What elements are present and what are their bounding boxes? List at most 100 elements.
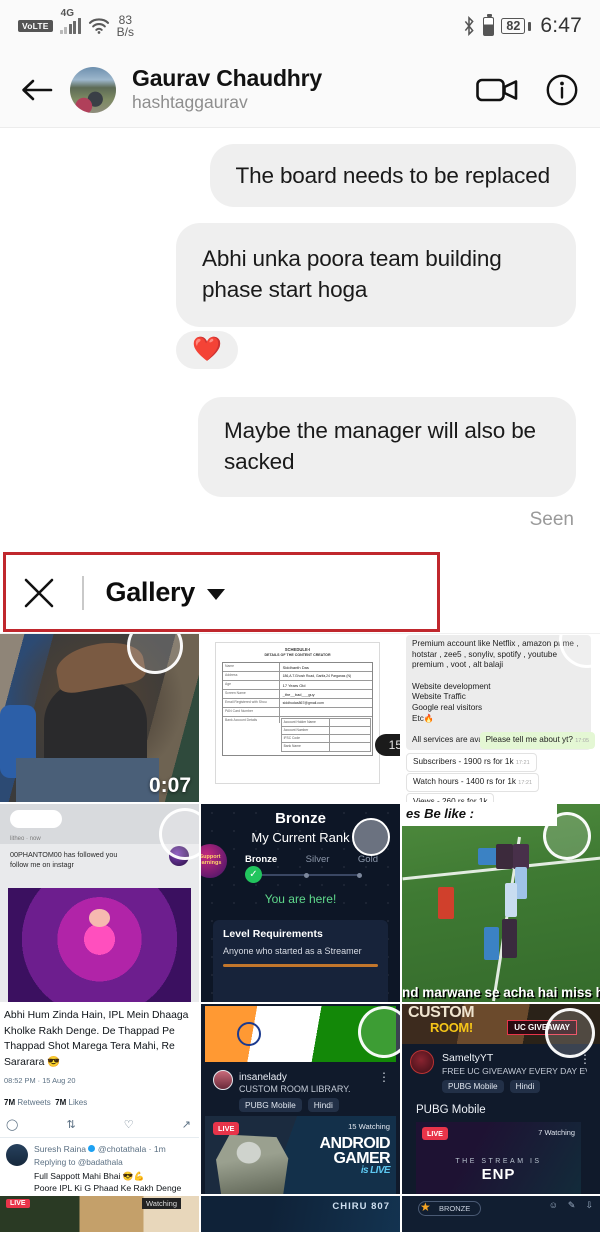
toolbar-divider xyxy=(82,575,84,610)
watching-count: Watching xyxy=(142,1198,181,1209)
message-bubble[interactable]: Maybe the manager will also be sacked xyxy=(198,397,576,498)
read-receipt: Seen xyxy=(529,509,574,531)
watching-count: 7 Watching xyxy=(538,1128,575,1137)
live-badge: LIVE xyxy=(6,1199,30,1208)
tweet-stats: 7M Retweets 7M Likes xyxy=(4,1098,88,1107)
document-preview: SCHEDULE-I DETAILS OF THE CONTENT CREATO… xyxy=(215,642,380,784)
gallery-item-telegram-chat[interactable]: Premium account like Netflix , amazon pr… xyxy=(402,634,600,802)
notification-text: 00PHANTOM00 has followed you follow me o… xyxy=(10,850,118,870)
you-are-here-label: You are here! xyxy=(264,892,337,906)
stream-label: THE STREAM IS xyxy=(455,1158,542,1165)
stream-thumbnail: LIVE 15 Watching ANDROID GAMER is LIVE xyxy=(205,1116,396,1194)
chat-title-block[interactable]: Gaurav Chaudhry hashtaggaurav xyxy=(132,65,322,114)
live-badge: LIVE xyxy=(422,1127,448,1140)
reply-body: Full Sappott Mahi Bhai 😎💪 Poore IPL Ki G… xyxy=(34,1171,182,1194)
gallery-item-custom-room[interactable]: CUSTOM ROOM! UC GIVEAWAY SameltyYT FREE … xyxy=(402,1004,600,1194)
banner-room-label: ROOM! xyxy=(430,1020,473,1035)
video-duration-label: 0:07 xyxy=(148,774,191,797)
gallery-item-partial-3[interactable]: BRONZE ★ ☺ ✎ ⇩ xyxy=(402,1196,600,1232)
gallery-toolbar-zone: Gallery xyxy=(0,552,600,634)
signal-strength-icon: 4G xyxy=(59,8,81,34)
volte-icon: VoLTE xyxy=(18,19,53,33)
tweet-text: Abhi Hum Zinda Hain, IPL Mein Dhaaga Kho… xyxy=(4,1010,189,1068)
share-icon: ↗ xyxy=(181,1119,191,1131)
stream-description: CUSTOM ROOM LIBRARY. xyxy=(239,1084,351,1094)
info-circle-icon[interactable] xyxy=(546,74,578,106)
highlight-circle xyxy=(352,818,390,856)
clock: 6:47 xyxy=(540,14,582,37)
streamer-username: insanelady xyxy=(239,1072,287,1083)
notification-meta: litheo · now xyxy=(10,836,41,842)
video-camera-icon[interactable] xyxy=(476,76,518,104)
gallery-item-bronze-rank[interactable]: Bronze My Current Rank Support earnings … xyxy=(201,804,400,1002)
rank-progress-track: ✓ xyxy=(245,866,362,883)
battery-icon xyxy=(483,14,495,36)
gallery-item-notification[interactable]: litheo · now 00PHANTOM00 has followed yo… xyxy=(0,804,199,1002)
gallery-item-video[interactable]: 0:07 xyxy=(0,634,199,802)
heart-reaction-icon[interactable]: ❤️ xyxy=(176,331,238,370)
gallery-item-pubg-live[interactable]: insanelady CUSTOM ROOM LIBRARY. PUBG Mob… xyxy=(201,1004,400,1194)
stream-tags: PUBG Mobile Hindi xyxy=(239,1098,339,1112)
rank-tier-labels: Bronze Silver Gold xyxy=(245,854,378,865)
reaction-row: ❤️ xyxy=(24,331,576,370)
close-x-icon[interactable] xyxy=(22,576,56,610)
message-bubble[interactable]: The board needs to be replaced xyxy=(209,144,576,208)
battery-tip-icon xyxy=(528,21,532,31)
streamer-username: SameltyYT xyxy=(442,1052,494,1064)
gallery-source-dropdown[interactable]: Gallery xyxy=(106,577,225,608)
avatar xyxy=(410,1050,434,1074)
status-bar-left: VoLTE 4G 83 B/s xyxy=(18,8,134,38)
message-bubble[interactable]: Abhi unka poora team building phase star… xyxy=(176,223,576,328)
meme-bottom-caption: nd marwane se acha hai miss h xyxy=(402,985,600,1000)
chat-msg-views: Views - 260 rs for 1k xyxy=(406,793,495,802)
watching-count: 15 Watching xyxy=(348,1122,390,1131)
gallery-item-tweet[interactable]: Abhi Hum Zinda Hain, IPL Mein Dhaaga Kho… xyxy=(0,1004,199,1194)
like-icon: ♡ xyxy=(123,1119,134,1131)
doc-title-1: SCHEDULE-I xyxy=(284,647,311,652)
conversation-body: The board needs to be replaced Abhi unka… xyxy=(0,128,600,552)
more-options-icon: ⋮ xyxy=(378,1070,390,1084)
tweet-timestamp: 08:52 PM · 15 Aug 20 xyxy=(4,1076,76,1085)
verified-badge-icon xyxy=(88,1145,96,1152)
chat-header: Gaurav Chaudhry hashtaggaurav xyxy=(0,52,600,128)
gallery-item-partial-1[interactable]: LIVE Watching xyxy=(0,1196,199,1232)
stream-thumbnail: LIVE 7 Watching THE STREAM IS ENP xyxy=(416,1122,581,1194)
highlight-circle xyxy=(159,808,199,860)
gallery-item-football-meme[interactable]: es Be like : nd marwane se acha hai miss… xyxy=(402,804,600,1002)
overlay-text: CHIRU 807 xyxy=(332,1201,390,1212)
reply-author: Suresh Raina @chotathala · 1m xyxy=(34,1144,166,1154)
page-title: Gaurav Chaudhry xyxy=(132,64,322,91)
doc-title-2: DETAILS OF THE CONTENT CREATOR xyxy=(264,653,331,657)
username-label: hashtaggaurav xyxy=(132,92,248,113)
emoji-icon: ☺ xyxy=(548,1200,558,1210)
chat-msg-watch: Watch hours - 1400 rs for 1k 17:21 xyxy=(406,773,540,792)
level-requirements-card: Level Requirements Anyone who started as… xyxy=(213,920,388,1002)
doc-table: Name Siddhanth Das Address 186,A.T.Ghosh R… xyxy=(222,662,373,756)
reply-icon: ◯ xyxy=(6,1119,19,1131)
star-icon: ★ xyxy=(420,1200,431,1214)
stream-title: ENP xyxy=(481,1166,516,1183)
status-bar: VoLTE 4G 83 B/s 82 6:47 xyxy=(0,0,600,52)
gallery-source-label: Gallery xyxy=(105,577,196,607)
stream-tags: PUBG Mobile Hindi xyxy=(442,1080,541,1093)
stream-overlay-text: ANDROID GAMER is LIVE xyxy=(319,1135,391,1177)
avatar xyxy=(213,1070,233,1090)
battery-percent-badge: 82 xyxy=(501,18,526,34)
gallery-grid: 0:07 SCHEDULE-I DETAILS OF THE CONTENT C… xyxy=(0,634,600,1232)
gallery-item-document[interactable]: SCHEDULE-I DETAILS OF THE CONTENT CREATO… xyxy=(201,634,400,802)
replying-to-label: Replying to @badathala xyxy=(34,1157,123,1167)
gallery-item-partial-2[interactable]: CHIRU 807 xyxy=(201,1196,400,1232)
header-actions xyxy=(476,74,578,106)
retweet-icon: ⇅ xyxy=(66,1119,76,1131)
check-icon: ✓ xyxy=(245,866,262,883)
highlight-circle xyxy=(543,812,591,860)
avatar xyxy=(6,1144,28,1166)
gallery-toolbar: Gallery xyxy=(0,552,600,634)
live-badge: LIVE xyxy=(213,1122,240,1135)
avatar[interactable] xyxy=(70,66,116,113)
status-bar-right: 82 6:47 xyxy=(462,14,582,38)
download-icon: ⇩ xyxy=(585,1200,593,1210)
back-arrow-icon[interactable] xyxy=(18,75,56,105)
more-options-icon: ⋮ xyxy=(579,1052,591,1066)
bluetooth-icon xyxy=(462,15,476,37)
